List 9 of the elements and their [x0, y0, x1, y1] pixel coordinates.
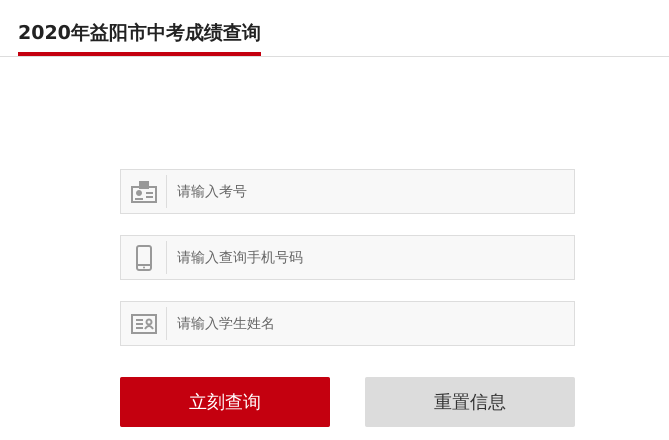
page-title: 2020年益阳市中考成绩查询 [18, 20, 261, 56]
reset-button[interactable]: 重置信息 [365, 377, 575, 427]
query-button[interactable]: 立刻查询 [120, 377, 330, 427]
input-field[interactable]: 请输入学生姓名 [120, 301, 575, 346]
id-badge-icon [130, 180, 156, 202]
input-field[interactable]: 请输入考号 [120, 169, 575, 214]
id-card-icon [130, 314, 156, 334]
input-field[interactable]: 请输入查询手机号码 [120, 235, 575, 280]
phone-icon [136, 244, 152, 270]
